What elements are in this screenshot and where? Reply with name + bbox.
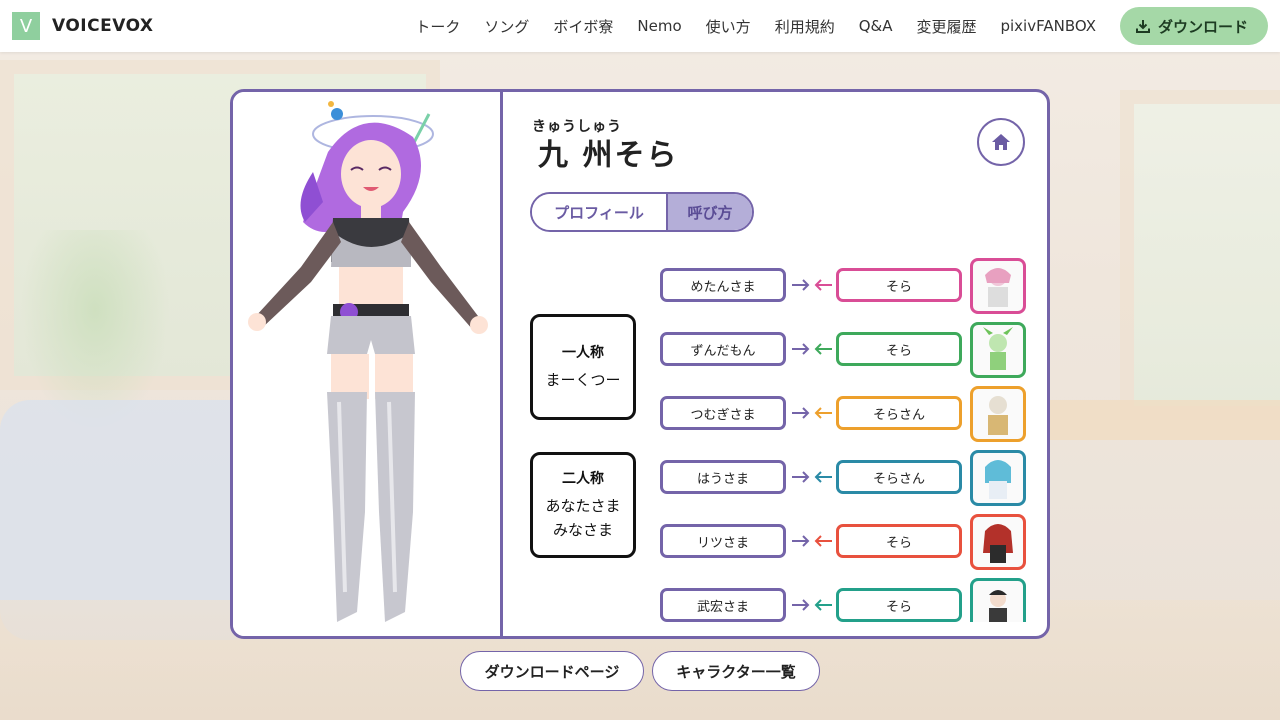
second-person-label: 二人称 xyxy=(562,471,604,487)
character-portrait-image xyxy=(989,590,1007,622)
nav-item-song[interactable]: ソング xyxy=(484,16,529,37)
character-portrait-image xyxy=(983,327,1013,370)
character-portrait-image xyxy=(988,396,1008,435)
download-icon xyxy=(1135,20,1150,33)
tab-profile[interactable]: プロフィール xyxy=(532,194,666,230)
character-illustration-pane xyxy=(233,92,503,636)
download-button[interactable]: ダウンロード xyxy=(1119,7,1268,45)
call-to-other: はうさま xyxy=(660,460,786,494)
exchange-arrows-icon xyxy=(792,599,832,611)
portrait-hau[interactable] xyxy=(970,450,1026,506)
background-window-right xyxy=(1120,90,1280,420)
home-button[interactable] xyxy=(977,118,1025,166)
character-illustration xyxy=(248,101,488,622)
download-page-button[interactable]: ダウンロードページ xyxy=(460,651,644,691)
call-from-other: そら xyxy=(836,268,962,302)
exchange-arrows-icon xyxy=(792,471,832,483)
character-portrait-image xyxy=(985,460,1011,499)
tab-calls[interactable]: 呼び方 xyxy=(666,194,752,230)
character-info-pane: きゅうしゅう 九 州そら プロフィール 呼び方 一人称 まーくつー 二人称 あな… xyxy=(506,92,1047,636)
portrait-takehiro[interactable] xyxy=(970,578,1026,622)
call-from-other: そらさん xyxy=(836,396,962,430)
call-row: ずんだもん そら xyxy=(660,322,1027,378)
call-from-other: そらさん xyxy=(836,460,962,494)
portrait-zundamon[interactable] xyxy=(970,322,1026,378)
first-person-label: 一人称 xyxy=(562,345,604,361)
nav-item-changelog[interactable]: 変更履歴 xyxy=(916,16,976,37)
first-person-value: まーくつー xyxy=(545,371,621,389)
info-tabs: プロフィール 呼び方 xyxy=(530,192,754,232)
nav-item-fanbox[interactable]: pixivFANBOX xyxy=(1000,17,1096,35)
portrait-tsumugi[interactable] xyxy=(970,386,1026,442)
character-portrait-image xyxy=(983,524,1013,563)
nav-item-how-to[interactable]: 使い方 xyxy=(706,16,751,37)
main-nav: トーク ソング ボイボ寮 Nemo 使い方 利用規約 Q&A 変更履歴 pixi… xyxy=(415,0,1268,52)
character-card: きゅうしゅう 九 州そら プロフィール 呼び方 一人称 まーくつー 二人称 あな… xyxy=(230,89,1050,639)
second-person-value-2: みなさま xyxy=(552,521,613,539)
portrait-metan[interactable] xyxy=(970,258,1026,314)
call-row: リツさま そら xyxy=(660,514,1027,570)
call-to-other: 武宏さま xyxy=(660,588,786,622)
call-to-other: リツさま xyxy=(660,524,786,558)
call-from-other: そら xyxy=(836,588,962,622)
call-relationship-list: めたんさま そら ずんだもん そら つむぎさま そらさん はうさま そらさん リ… xyxy=(660,258,1027,622)
call-row: つむぎさま そらさん xyxy=(660,386,1027,442)
call-row: めたんさま そら xyxy=(660,258,1027,314)
second-person-value-1: あなたさま xyxy=(545,497,621,515)
site-header: V VOICEVOX トーク ソング ボイボ寮 Nemo 使い方 利用規約 Q&… xyxy=(0,0,1280,52)
character-list-button[interactable]: キャラクター一覧 xyxy=(652,651,820,691)
first-person-pronoun-box: 一人称 まーくつー xyxy=(530,314,636,420)
nav-item-talk[interactable]: トーク xyxy=(415,16,460,37)
exchange-arrows-icon xyxy=(792,279,832,291)
exchange-arrows-icon xyxy=(792,535,832,547)
nav-item-terms[interactable]: 利用規約 xyxy=(775,16,835,37)
call-from-other: そら xyxy=(836,332,962,366)
character-portrait-image xyxy=(985,268,1011,307)
second-person-pronoun-box: 二人称 あなたさま みなさま xyxy=(530,452,636,558)
nav-item-nemo[interactable]: Nemo xyxy=(637,17,681,35)
exchange-arrows-icon xyxy=(792,343,832,355)
nav-item-qa[interactable]: Q&A xyxy=(859,17,893,35)
call-row: 武宏さま そら xyxy=(660,578,1027,622)
download-button-label: ダウンロード xyxy=(1157,17,1248,36)
call-from-other: そら xyxy=(836,524,962,558)
logo-icon[interactable]: V xyxy=(12,12,40,40)
call-to-other: ずんだもん xyxy=(660,332,786,366)
portrait-ritsu[interactable] xyxy=(970,514,1026,570)
call-row: はうさま そらさん xyxy=(660,450,1027,506)
nav-item-dormitory[interactable]: ボイボ寮 xyxy=(553,16,613,37)
home-icon xyxy=(992,134,1010,150)
character-name: 九 州そら xyxy=(538,138,679,173)
exchange-arrows-icon xyxy=(792,407,832,419)
brand-name[interactable]: VOICEVOX xyxy=(52,16,154,36)
call-to-other: めたんさま xyxy=(660,268,786,302)
call-to-other: つむぎさま xyxy=(660,396,786,430)
